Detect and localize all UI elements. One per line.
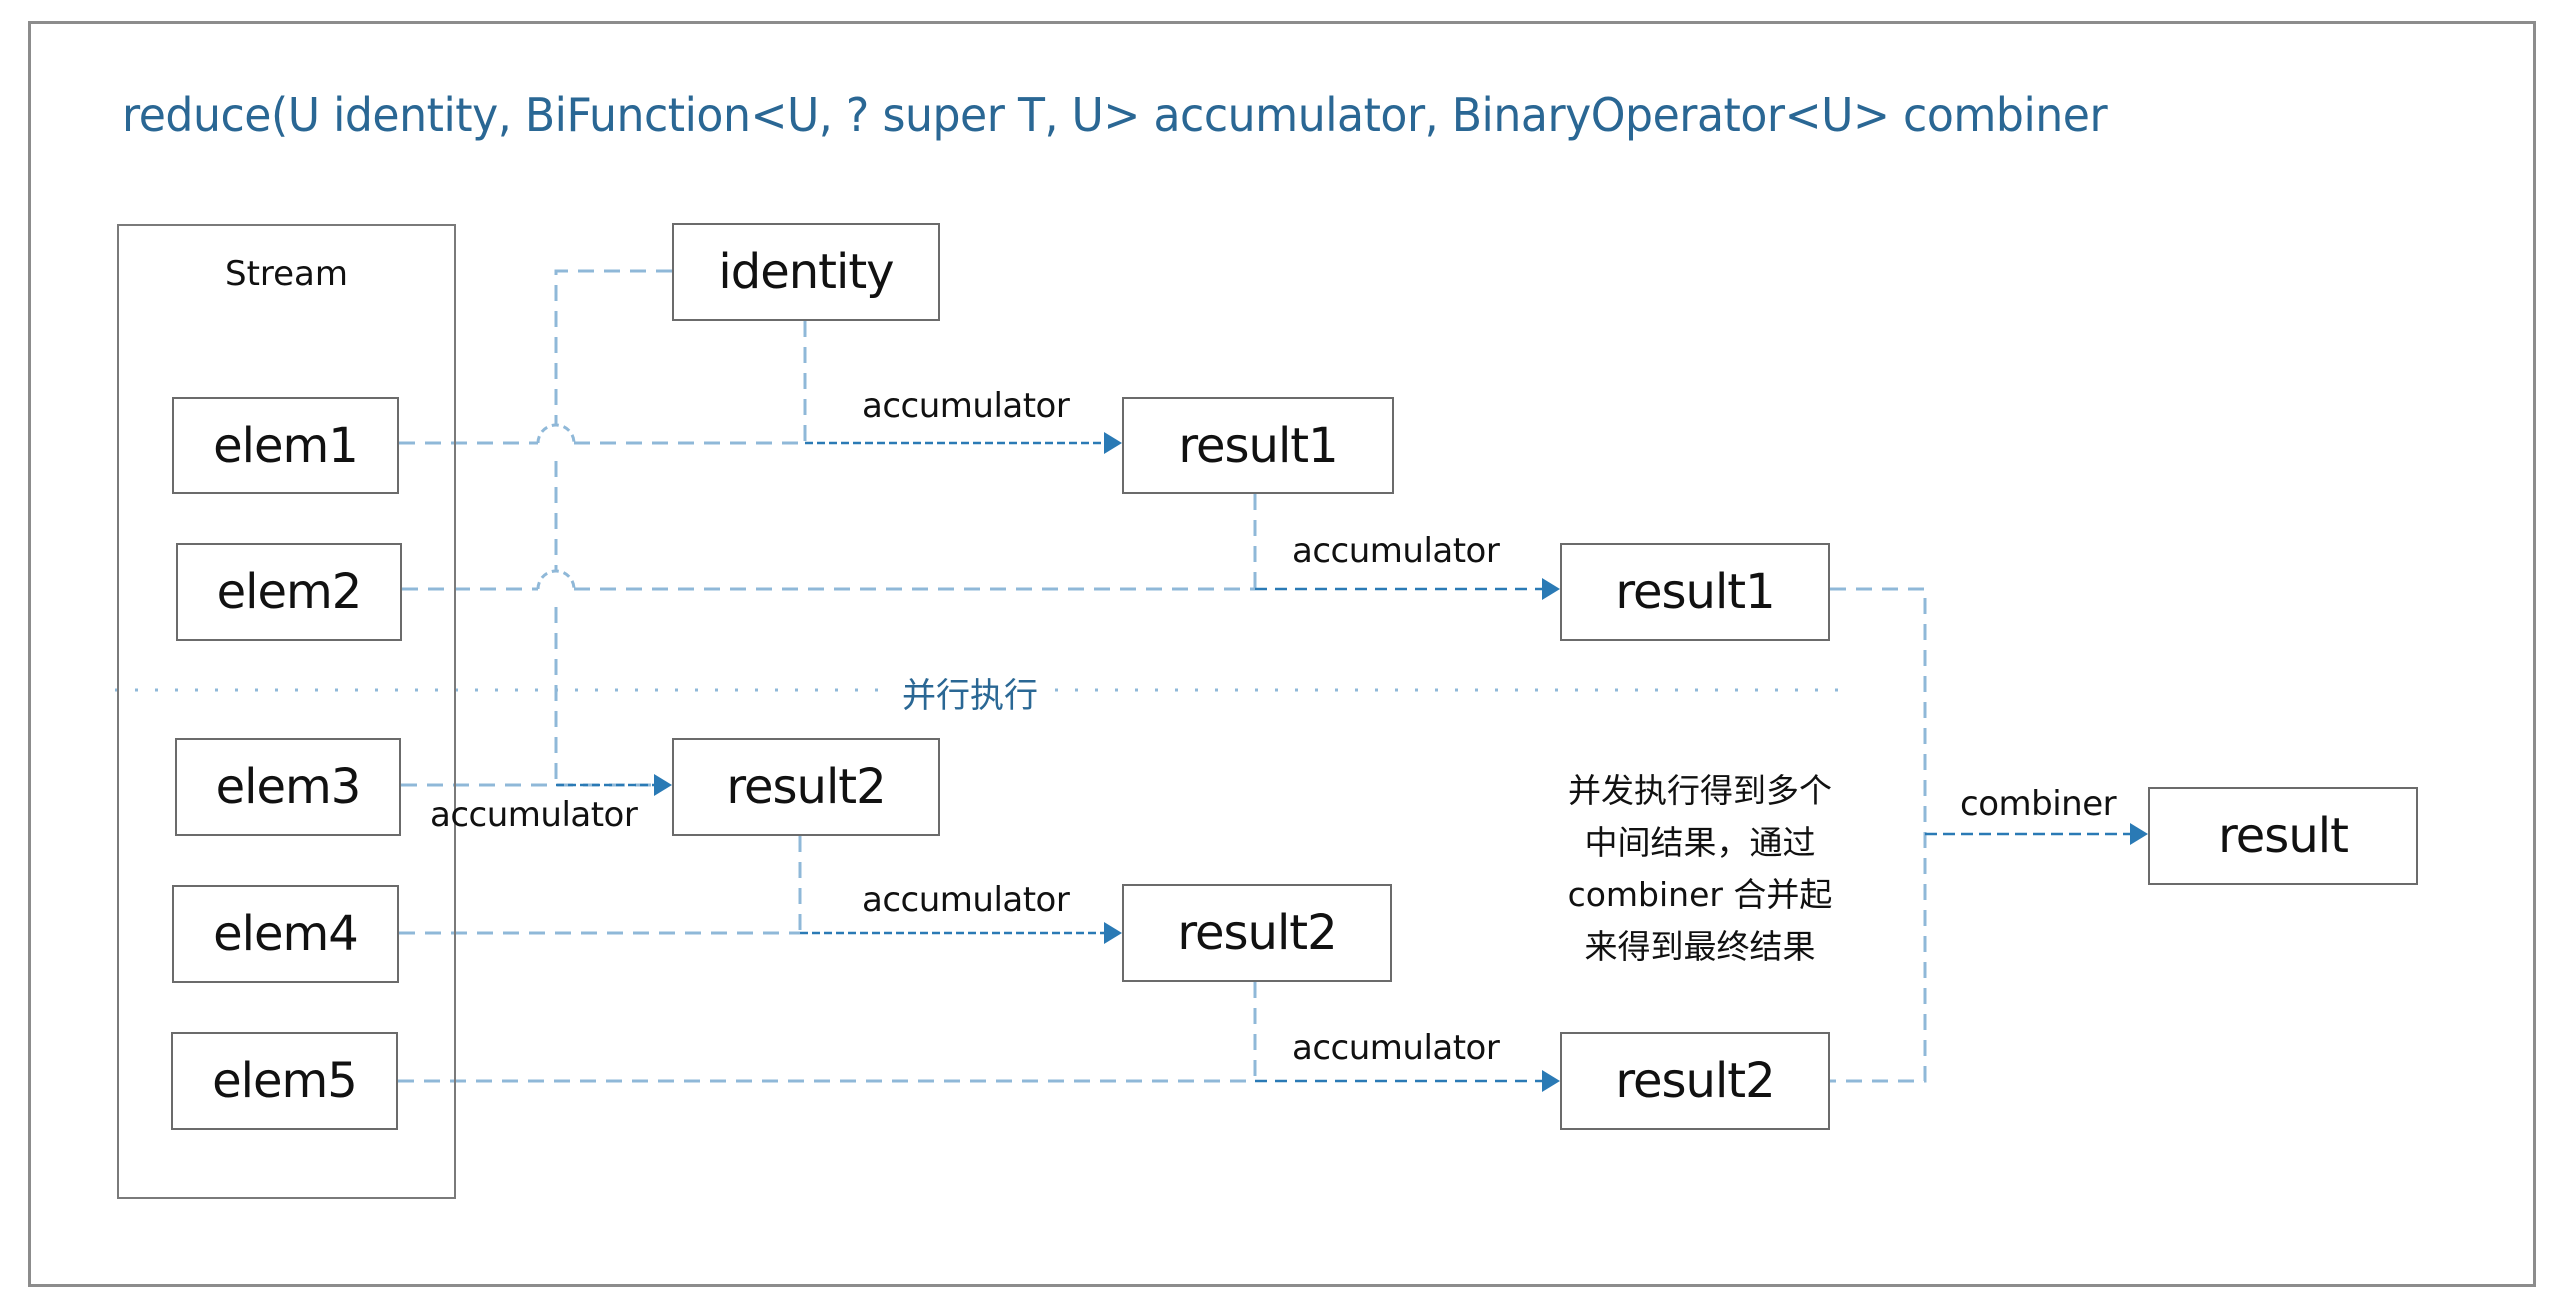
edge-label-accumulator: accumulator [1292,1028,1500,1068]
arrowhead [1542,578,1560,600]
result1-node-first: result1 [1122,397,1394,494]
result2-node-first: result2 [672,738,940,836]
combiner-annotation: 并发执行得到多个 中间结果，通过 combiner 合并起 来得到最终结果 [1520,765,1880,973]
identity-node: identity [672,223,940,321]
connector-identity-bus [554,269,672,425]
edge-label-accumulator: accumulator [862,386,1070,426]
final-result-node: result [2148,787,2418,885]
edge-label-accumulator: accumulator [1292,531,1500,571]
stream-element-label: elem3 [215,759,362,815]
annotation-line: 并发执行得到多个 [1568,771,1832,810]
edge-label-combiner: combiner [1960,784,2117,824]
stream-element-2: elem2 [176,543,402,641]
arrowhead [654,774,672,796]
result2-node-third: result2 [1560,1032,1830,1130]
stream-element-3: elem3 [175,738,401,836]
edge-label-accumulator: accumulator [862,880,1070,920]
final-result-label: result [2218,808,2349,864]
result2-node-second: result2 [1122,884,1392,982]
annotation-line: 中间结果，通过 [1584,823,1816,862]
stream-label: Stream [224,254,349,294]
result-node-label: result2 [1177,905,1337,961]
result-node-label: result1 [1178,417,1338,474]
identity-node-label: identity [718,244,894,300]
result-node-label: result1 [1615,564,1775,620]
line-jump-arc [536,569,576,590]
result1-node-second: result1 [1560,543,1830,641]
stream-element-label: elem2 [216,564,363,620]
parallel-execution-label: 并行执行 [894,668,1046,717]
arrowhead [1104,922,1122,944]
stream-element-label: elem5 [212,1053,358,1109]
line-jump-arc [536,423,576,444]
annotation-line: combiner 合并起 [1567,875,1833,914]
edge-label-accumulator: accumulator [430,795,638,835]
result-node-label: result2 [726,759,886,815]
arrowhead [1542,1070,1560,1092]
annotation-line: 来得到最终结果 [1584,927,1816,966]
arrowhead [2130,823,2148,845]
stream-element-5: elem5 [171,1032,398,1130]
stream-element-label: elem1 [213,417,359,474]
stream-element-label: elem4 [213,906,359,962]
stream-element-1: elem1 [172,397,399,494]
result-node-label: result2 [1615,1053,1775,1109]
stream-element-4: elem4 [172,885,399,983]
arrowhead [1104,432,1122,454]
